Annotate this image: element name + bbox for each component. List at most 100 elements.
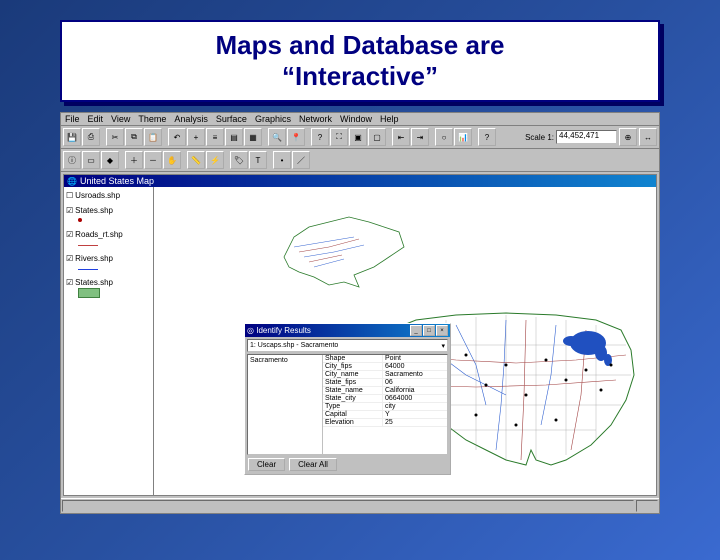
layer-item[interactable]: ☑States.shp bbox=[66, 278, 151, 300]
scale-label: Scale 1: bbox=[525, 133, 554, 142]
measure-tool-icon[interactable]: 📏 bbox=[187, 151, 205, 169]
menu-analysis[interactable]: Analysis bbox=[174, 114, 208, 124]
zoom-selected-icon[interactable]: ▢ bbox=[368, 128, 386, 146]
menu-help[interactable]: Help bbox=[380, 114, 399, 124]
paste-icon[interactable]: 📋 bbox=[144, 128, 162, 146]
bullseye-icon: ◎ bbox=[247, 326, 254, 335]
layer-label: Roads_rt.shp bbox=[75, 230, 123, 239]
open-table-icon[interactable]: ▦ bbox=[244, 128, 262, 146]
scale-input[interactable]: 44,452,471 bbox=[556, 130, 617, 144]
slide-title-line1: Maps and Database are bbox=[215, 30, 504, 60]
zoom-active-icon[interactable]: ▣ bbox=[349, 128, 367, 146]
edit-legend-icon[interactable]: ▤ bbox=[225, 128, 243, 146]
menu-theme[interactable]: Theme bbox=[138, 114, 166, 124]
map-view-titlebar[interactable]: 🌐 United States Map bbox=[64, 175, 656, 187]
chart-icon[interactable]: 📊 bbox=[454, 128, 472, 146]
layer-item[interactable]: ☑Rivers.shp bbox=[66, 254, 151, 272]
xy-icon[interactable]: ⊕ bbox=[619, 128, 637, 146]
line-symbol-swatch bbox=[78, 269, 98, 270]
menu-file[interactable]: File bbox=[65, 114, 80, 124]
menu-window[interactable]: Window bbox=[340, 114, 372, 124]
layer-label: States.shp bbox=[75, 206, 113, 215]
identify-tree[interactable]: Sacramento bbox=[248, 355, 323, 454]
identify-tree-item[interactable]: Sacramento bbox=[250, 357, 320, 364]
text-tool-icon[interactable]: T bbox=[249, 151, 267, 169]
map-view-window: 🌐 United States Map ☐Usroads.shp ☑States… bbox=[63, 174, 657, 496]
identify-titlebar[interactable]: ◎ Identify Results _ □ × bbox=[245, 324, 450, 337]
help-icon[interactable]: ? bbox=[478, 128, 496, 146]
checkbox-icon[interactable]: ☐ bbox=[66, 191, 73, 200]
map-canvas[interactable]: ◎ Identify Results _ □ × 1: Uscaps.shp -… bbox=[154, 187, 656, 495]
attr-val: Y bbox=[383, 411, 447, 418]
attr-val: 0664000 bbox=[383, 395, 447, 402]
clear-button[interactable]: Clear bbox=[248, 458, 285, 471]
nav-icon[interactable]: ↔ bbox=[639, 128, 657, 146]
zoom-in-tool-icon[interactable]: ＋ bbox=[125, 151, 143, 169]
layer-label: Rivers.shp bbox=[75, 254, 113, 263]
attr-val: city bbox=[383, 403, 447, 410]
query-icon[interactable]: ? bbox=[311, 128, 329, 146]
layer-item[interactable]: ☑States.shp bbox=[66, 206, 151, 224]
cut-icon[interactable]: ✂ bbox=[106, 128, 124, 146]
theme-props-icon[interactable]: ≡ bbox=[206, 128, 224, 146]
menubar: File Edit View Theme Analysis Surface Gr… bbox=[61, 113, 659, 126]
identify-results-window[interactable]: ◎ Identify Results _ □ × 1: Uscaps.shp -… bbox=[244, 323, 451, 475]
hotlink-tool-icon[interactable]: ⚡ bbox=[206, 151, 224, 169]
attr-val: 06 bbox=[383, 379, 447, 386]
save-icon[interactable]: 💾 bbox=[63, 128, 81, 146]
statusbar bbox=[61, 498, 659, 513]
undo-icon[interactable]: ↶ bbox=[168, 128, 186, 146]
map-view-title: United States Map bbox=[80, 176, 154, 186]
minimize-icon[interactable]: _ bbox=[410, 325, 422, 336]
attr-key: City_fips bbox=[323, 363, 383, 370]
attr-key: State_fips bbox=[323, 379, 383, 386]
pan-tool-icon[interactable]: ✋ bbox=[163, 151, 181, 169]
attr-key: State_city bbox=[323, 395, 383, 402]
menu-surface[interactable]: Surface bbox=[216, 114, 247, 124]
checkbox-icon[interactable]: ☑ bbox=[66, 206, 73, 215]
attr-val: 25 bbox=[383, 419, 447, 426]
find-icon[interactable]: 🔍 bbox=[268, 128, 286, 146]
gis-app-window: File Edit View Theme Analysis Surface Gr… bbox=[60, 112, 660, 514]
identify-tool-icon[interactable]: ⓘ bbox=[63, 151, 81, 169]
zoom-full-icon[interactable]: ⛶ bbox=[330, 128, 348, 146]
label-tool-icon[interactable]: 🏷 bbox=[230, 151, 248, 169]
print-icon[interactable]: ⎙ bbox=[82, 128, 100, 146]
layer-panel[interactable]: ☐Usroads.shp ☑States.shp ☑Roads_rt.shp ☑… bbox=[64, 187, 154, 495]
checkbox-icon[interactable]: ☑ bbox=[66, 254, 73, 263]
checkbox-icon[interactable]: ☑ bbox=[66, 230, 73, 239]
menu-edit[interactable]: Edit bbox=[88, 114, 104, 124]
maximize-icon[interactable]: □ bbox=[423, 325, 435, 336]
identify-layer-combo[interactable]: 1: Uscaps.shp - Sacramento bbox=[247, 339, 448, 352]
attr-val: Sacramento bbox=[383, 371, 447, 378]
attr-key: State_name bbox=[323, 387, 383, 394]
layer-item[interactable]: ☐Usroads.shp bbox=[66, 191, 151, 200]
layer-label: States.shp bbox=[75, 278, 113, 287]
menu-view[interactable]: View bbox=[111, 114, 130, 124]
layer-item[interactable]: ☑Roads_rt.shp bbox=[66, 230, 151, 248]
zoom-next-icon[interactable]: ⇥ bbox=[411, 128, 429, 146]
select-none-icon[interactable]: ○ bbox=[435, 128, 453, 146]
vertex-tool-icon[interactable]: ◆ bbox=[101, 151, 119, 169]
identify-combo-value: 1: Uscaps.shp - Sacramento bbox=[250, 342, 338, 349]
locate-icon[interactable]: 📍 bbox=[287, 128, 305, 146]
menu-network[interactable]: Network bbox=[299, 114, 332, 124]
add-theme-icon[interactable]: + bbox=[187, 128, 205, 146]
attr-key: Type bbox=[323, 403, 383, 410]
layer-label: Usroads.shp bbox=[75, 191, 120, 200]
pointer-tool-icon[interactable]: ▭ bbox=[82, 151, 100, 169]
copy-icon[interactable]: ⧉ bbox=[125, 128, 143, 146]
identify-title: Identify Results bbox=[256, 326, 311, 335]
content-area: 🌐 United States Map ☐Usroads.shp ☑States… bbox=[61, 172, 659, 498]
close-icon[interactable]: × bbox=[436, 325, 448, 336]
zoom-prev-icon[interactable]: ⇤ bbox=[392, 128, 410, 146]
point-symbol-swatch bbox=[78, 218, 82, 222]
draw-point-tool-icon[interactable]: • bbox=[273, 151, 291, 169]
menu-graphics[interactable]: Graphics bbox=[255, 114, 291, 124]
clear-all-button[interactable]: Clear All bbox=[289, 458, 337, 471]
zoom-out-tool-icon[interactable]: － bbox=[144, 151, 162, 169]
slide-title: Maps and Database are “Interactive” bbox=[82, 30, 638, 92]
draw-line-tool-icon[interactable]: ／ bbox=[292, 151, 310, 169]
identify-attribute-table[interactable]: ShapePoint City_fips64000 City_nameSacra… bbox=[323, 355, 447, 454]
checkbox-icon[interactable]: ☑ bbox=[66, 278, 73, 287]
